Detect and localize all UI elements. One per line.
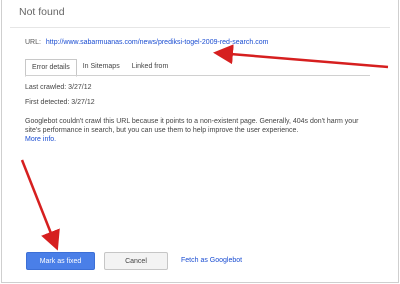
annotation-arrows xyxy=(20,44,389,251)
arrow-to-mark-fixed-icon xyxy=(20,159,60,251)
arrow-to-url-icon xyxy=(213,44,389,69)
